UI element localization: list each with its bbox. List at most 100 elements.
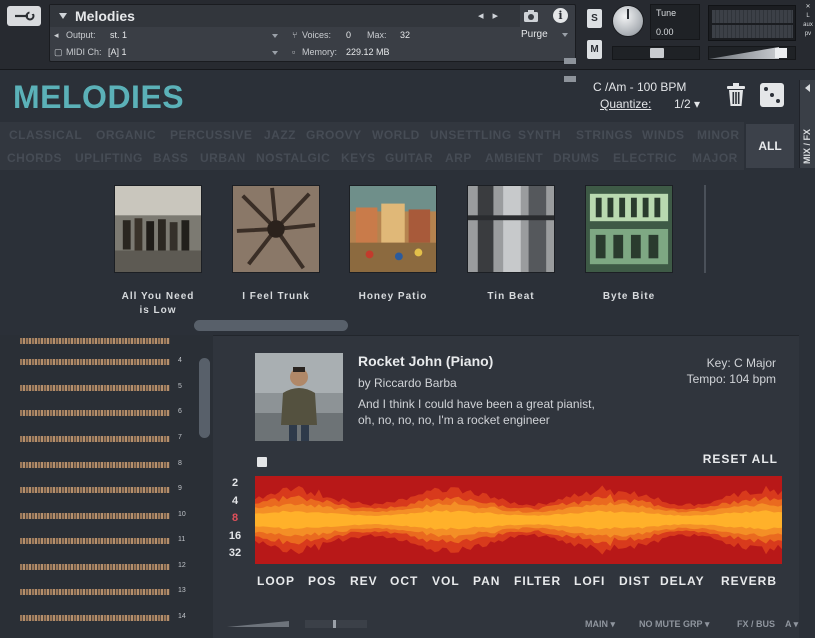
side-l-button[interactable]: L (801, 13, 815, 19)
wrench-button[interactable] (7, 6, 41, 26)
mute-button[interactable]: M (587, 40, 602, 59)
list-item[interactable]: 10 (20, 511, 186, 521)
tag-jazz[interactable]: JAZZ (264, 128, 296, 142)
tag-drums[interactable]: DRUMS (553, 151, 600, 165)
side-pv-button[interactable]: pv (801, 31, 815, 37)
list-item[interactable]: 12 (20, 562, 186, 572)
tag-synth[interactable]: SYNTH (518, 128, 561, 142)
tag-chords[interactable]: CHORDS (7, 151, 62, 165)
tab-rev[interactable]: REV (350, 574, 378, 588)
tag-electric[interactable]: ELECTRIC (613, 151, 677, 165)
volume-slider[interactable] (708, 46, 796, 60)
mini-volume-fader[interactable] (227, 621, 289, 627)
preset-tile[interactable]: I Feel Trunk (232, 185, 320, 304)
list-item[interactable]: 13 (20, 587, 186, 597)
camera-icon[interactable] (522, 7, 540, 25)
bus-a-dropdown[interactable]: A ▾ (785, 619, 798, 630)
tab-pan[interactable]: PAN (473, 574, 500, 588)
tag-groovy[interactable]: GROOVY (306, 128, 362, 142)
fx-bus-button[interactable]: FX / BUS (737, 619, 775, 629)
tag-percussive[interactable]: PERCUSSIVE (170, 128, 252, 142)
tag-winds[interactable]: WINDS (642, 128, 685, 142)
division-option[interactable]: 32 (223, 545, 247, 563)
tune-value[interactable]: 0.00 (656, 27, 674, 37)
list-item[interactable]: 11 (20, 536, 185, 546)
tune-knob[interactable] (612, 5, 644, 37)
small-dice-icon[interactable] (257, 457, 267, 467)
midi-value[interactable]: [A] 1 (108, 47, 127, 57)
tab-loop[interactable]: LOOP (257, 574, 295, 588)
preset-tile[interactable]: Tin Beat (467, 185, 555, 304)
tab-lofi[interactable]: LOFI (574, 574, 605, 588)
tab-reverb[interactable]: REVERB (721, 574, 777, 588)
tag-bass[interactable]: BASS (153, 151, 188, 165)
tag-classical[interactable]: CLASSICAL (9, 128, 82, 142)
preset-tile[interactable]: Honey Patio (349, 185, 437, 304)
mini-pan-thumb[interactable] (333, 620, 336, 628)
tag-arp[interactable]: ARP (445, 151, 472, 165)
output-value[interactable]: st. 1 (110, 30, 127, 40)
main-waveform[interactable] (255, 476, 782, 564)
division-option[interactable]: 2 (223, 475, 247, 493)
list-item[interactable]: 8 (20, 460, 182, 470)
division-option[interactable]: 4 (223, 493, 247, 511)
tag-keys[interactable]: KEYS (341, 151, 376, 165)
horizontal-scrollbar[interactable] (194, 320, 348, 331)
pan-slider-thumb[interactable] (650, 48, 664, 58)
tag-uplifting[interactable]: UPLIFTING (75, 151, 143, 165)
preset-tile[interactable]: Byte Bite (585, 185, 673, 304)
max-value[interactable]: 32 (400, 30, 410, 40)
tag-unsettling[interactable]: UNSETTLING (430, 128, 512, 142)
mini-pan-fader[interactable] (305, 620, 367, 628)
tag-minor[interactable]: MINOR (697, 128, 740, 142)
output-dropdown-icon[interactable] (272, 34, 278, 38)
tag-guitar[interactable]: GUITAR (385, 151, 433, 165)
volume-thumb[interactable] (775, 48, 787, 58)
mute-group-dropdown[interactable]: NO MUTE GRP ▾ (639, 619, 709, 630)
list-item[interactable]: 7 (20, 434, 182, 444)
purge-dropdown[interactable]: Purge (518, 27, 576, 44)
tag-urban[interactable]: URBAN (200, 151, 246, 165)
side-aux-button[interactable]: aux (801, 22, 815, 28)
reset-all-button[interactable]: RESET ALL (703, 452, 778, 466)
list-item[interactable] (20, 336, 170, 346)
main-output-dropdown[interactable]: MAIN ▾ (585, 619, 615, 630)
mix-fx-tab[interactable]: MIX / FX (799, 80, 815, 168)
close-icon[interactable]: ✕ (801, 3, 815, 10)
tag-nostalgic[interactable]: NOSTALGIC (256, 151, 330, 165)
division-option[interactable]: 16 (223, 528, 247, 546)
list-item[interactable]: 14 (20, 613, 186, 623)
randomize-dice-button[interactable] (760, 83, 784, 107)
instrument-name[interactable]: Melodies (75, 8, 135, 24)
collapse-icon[interactable] (59, 13, 67, 19)
tab-delay[interactable]: DELAY (660, 574, 705, 588)
tag-world[interactable]: WORLD (372, 128, 420, 142)
solo-button[interactable]: S (587, 9, 602, 28)
vertical-scrollbar[interactable] (199, 358, 210, 438)
info-button[interactable]: i (553, 8, 568, 23)
tab-pos[interactable]: POS (308, 574, 336, 588)
midi-dropdown-icon[interactable] (272, 51, 278, 55)
side-mini-buttons: ✕ L aux pv (801, 0, 815, 60)
quantize-control[interactable]: Quantize: 1/2 ▾ (600, 97, 700, 111)
tab-oct[interactable]: OCT (390, 574, 418, 588)
quantize-value[interactable]: 1/2 ▾ (674, 97, 700, 111)
pan-slider[interactable] (612, 46, 700, 60)
list-item[interactable]: 6 (20, 408, 182, 418)
list-item[interactable]: 5 (20, 383, 182, 393)
tag-major[interactable]: MAJOR (692, 151, 738, 165)
trash-icon[interactable] (725, 83, 747, 107)
division-option-selected[interactable]: 8 (223, 510, 247, 528)
tag-all-button[interactable]: ALL (746, 124, 794, 168)
tag-strings[interactable]: STRINGS (576, 128, 633, 142)
prev-next-arrows[interactable]: ◂▸ (478, 9, 507, 22)
tab-filter[interactable]: FILTER (514, 574, 561, 588)
preset-tile[interactable]: All You Need is Low (114, 185, 202, 318)
tab-vol[interactable]: VOL (432, 574, 460, 588)
tab-dist[interactable]: DIST (619, 574, 650, 588)
tag-organic[interactable]: ORGANIC (96, 128, 156, 142)
list-item[interactable]: 9 (20, 485, 182, 495)
list-item-number: 4 (178, 357, 182, 364)
tag-ambient[interactable]: AMBIENT (485, 151, 543, 165)
list-item[interactable]: 4 (20, 357, 182, 367)
